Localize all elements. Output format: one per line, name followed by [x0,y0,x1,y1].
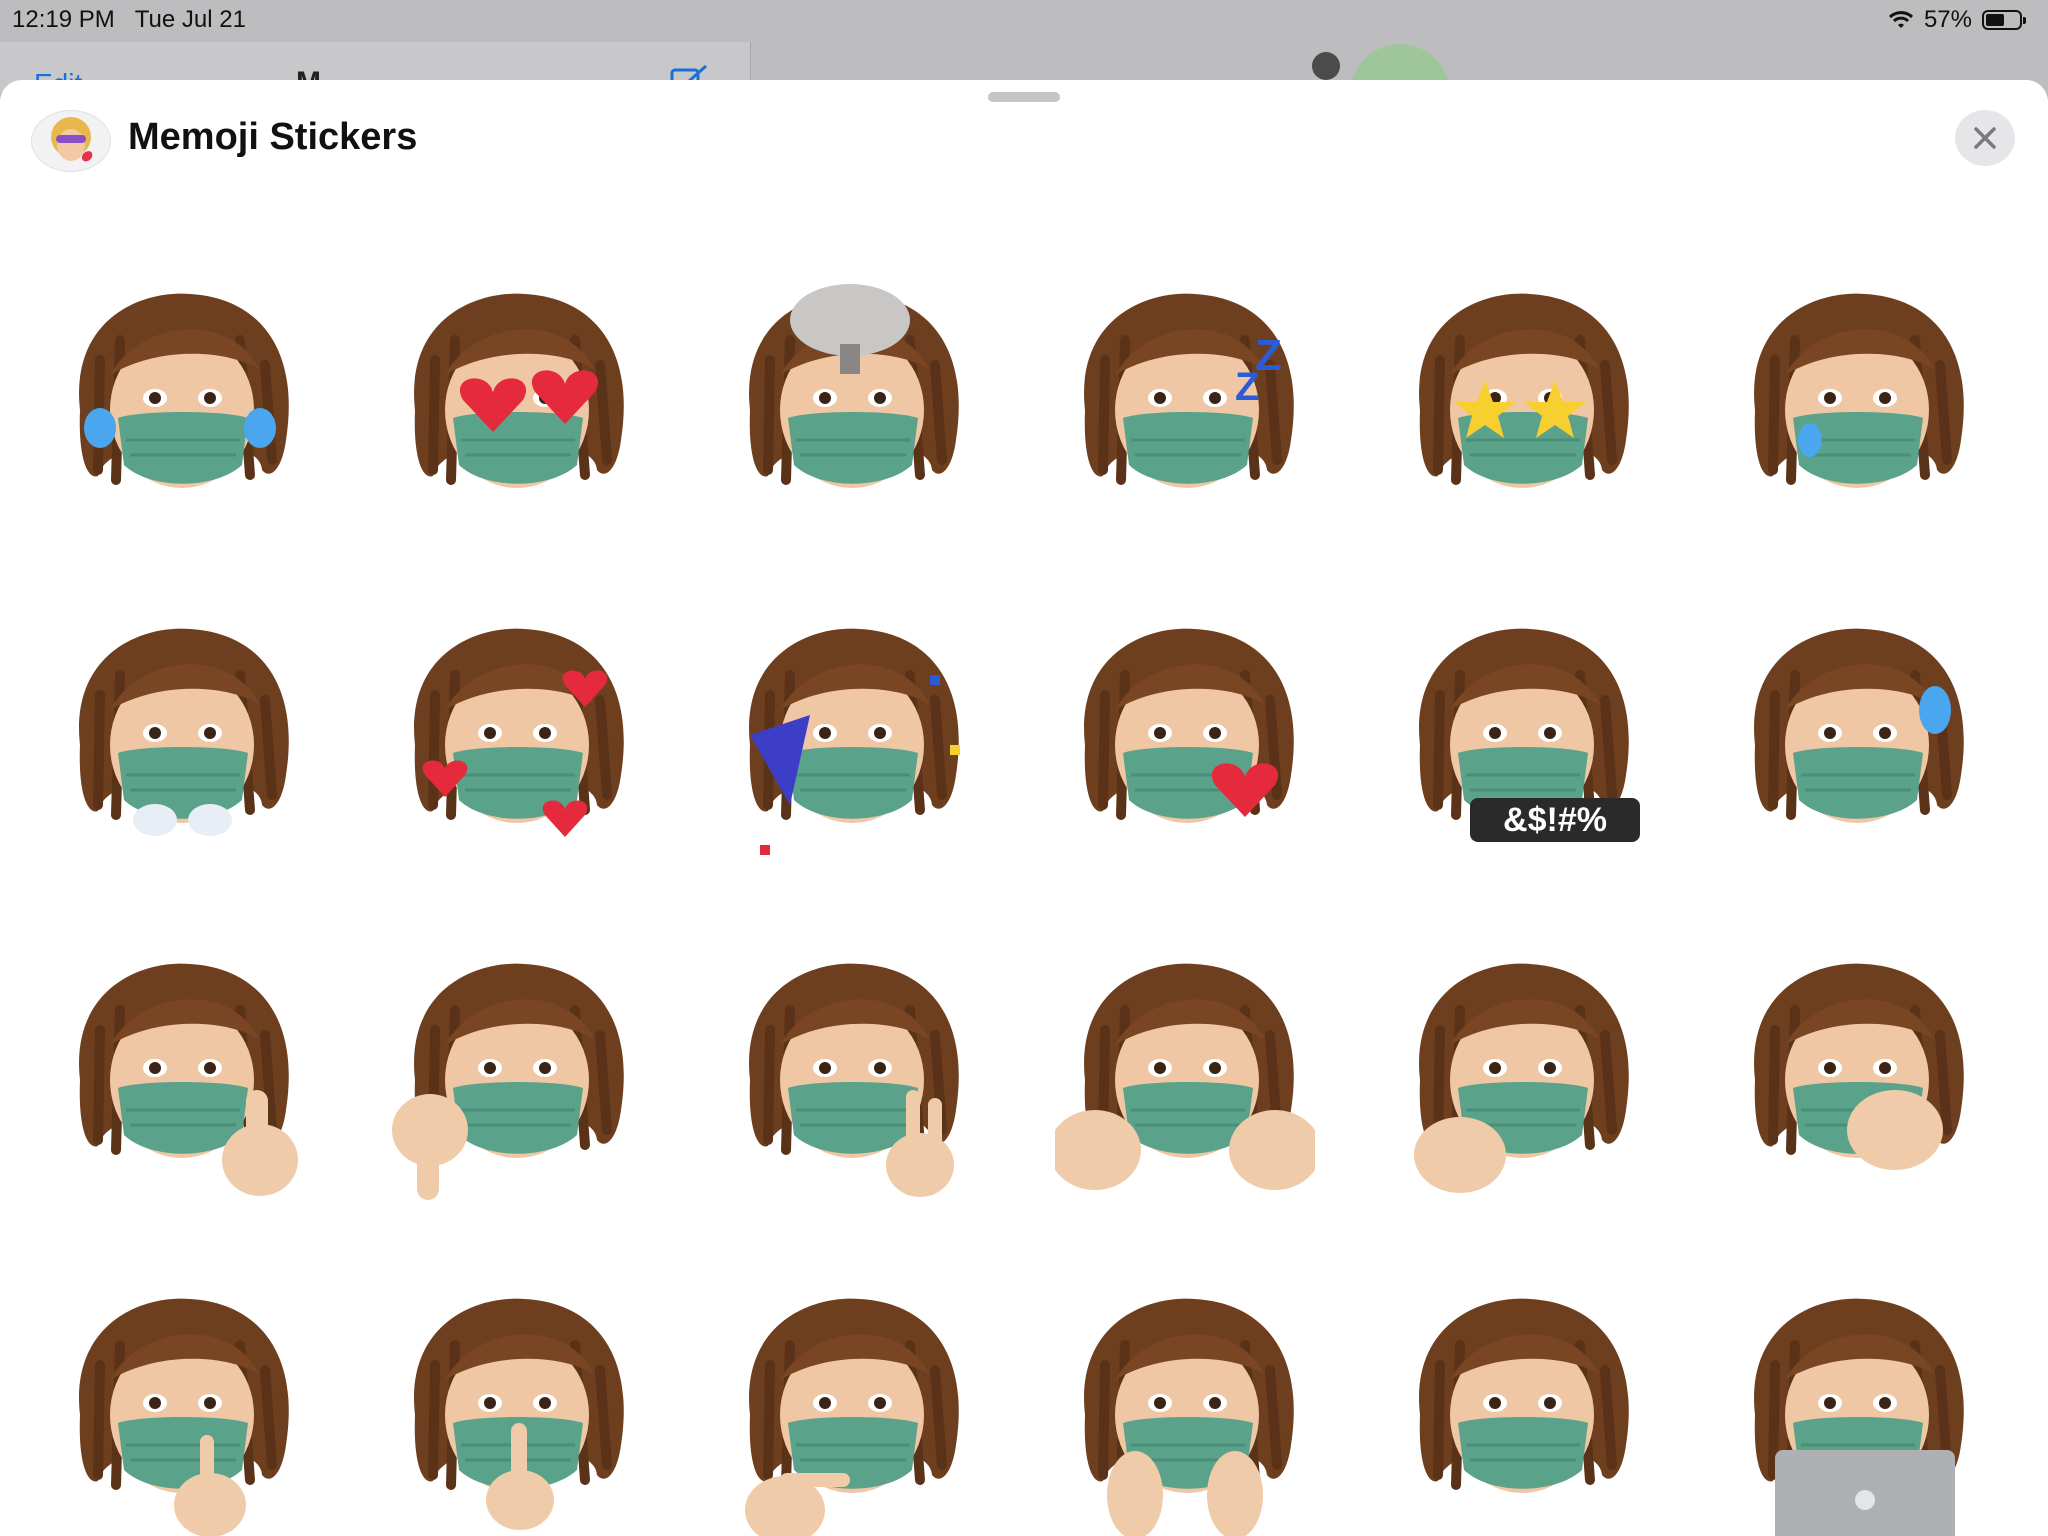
memoji-sticker-jazz-hands[interactable] [1049,950,1321,1210]
contact-avatar-small [1312,52,1340,80]
wifi-icon [1888,11,1913,28]
memoji-app-icon [31,110,111,172]
sheet-title: Memoji Stickers [128,116,418,158]
memoji-sticker-laptop[interactable] [1725,1285,1985,1536]
memoji-sticker-heart-eyes[interactable] [385,280,645,540]
memoji-sticker-love-hearts[interactable] [385,615,645,875]
memoji-sticker-wink[interactable] [1390,1285,1650,1536]
clock-date: Tue Jul 21 [134,6,246,33]
memoji-sticker-face-in-hands[interactable] [1055,1285,1315,1536]
memoji-sticker-steam-nose[interactable] [50,615,310,875]
close-icon [1974,127,1996,149]
memoji-sticker-wink-kiss[interactable] [1055,615,1315,875]
status-time: 12:19 PM Tue Jul 21 [12,6,246,34]
memoji-sticker-fist-bump[interactable] [1390,950,1650,1210]
memoji-sticker-party-horn[interactable] [720,615,980,875]
status-bar: 12:19 PM Tue Jul 21 57% [0,0,2048,42]
memoji-sticker-crying-tears[interactable] [50,280,310,540]
memoji-sticker-thinking[interactable] [720,1285,980,1536]
memoji-sticker-peace-sign[interactable] [720,950,980,1210]
memoji-sticker-hand-over-mouth[interactable] [1725,950,1985,1210]
memoji-sticker-mind-blown[interactable] [720,280,980,540]
status-indicators: 57% [1888,6,2026,34]
memoji-sticker-fingers-crossed[interactable] [50,1285,310,1536]
sheet-grabber[interactable] [988,92,1060,102]
close-button[interactable] [1955,110,2015,166]
censored-caption: &$!#% [1470,798,1640,842]
memoji-sticker-sweat-drop[interactable] [1725,615,1985,875]
battery-percent: 57% [1923,6,1972,33]
memoji-sticker-thumbs-down[interactable] [385,950,645,1210]
memoji-sticker-shush[interactable] [385,1285,645,1536]
memoji-sticker-star-struck[interactable] [1390,280,1650,540]
battery-icon [1982,10,2026,30]
clock-time: 12:19 PM [12,6,115,33]
svg-text:Z: Z [1255,331,1282,380]
memoji-sticker-thumbs-up[interactable] [50,950,310,1210]
memoji-sticker-sleeping[interactable]: ZZ [1055,280,1315,540]
memoji-sticker-sheet: Memoji Stickers ZZ &$!#% [0,80,2048,1536]
memoji-sticker-sad-tear[interactable] [1725,280,1985,540]
